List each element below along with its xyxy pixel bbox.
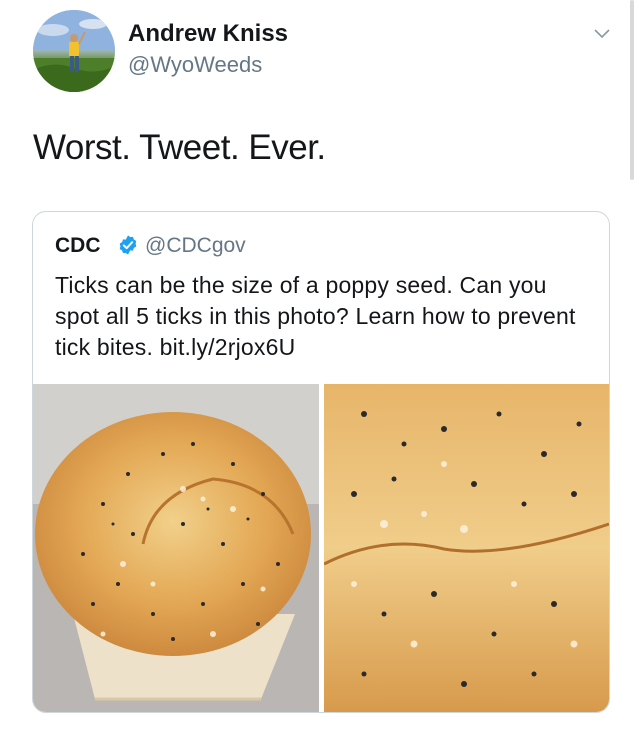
quoted-author-name[interactable]: CDC xyxy=(55,234,101,258)
author-handle[interactable]: @WyoWeeds xyxy=(128,52,262,78)
quoted-author-handle[interactable]: @CDCgov xyxy=(145,234,246,258)
quoted-tweet-text: Ticks can be the size of a poppy seed. C… xyxy=(55,272,576,360)
verified-badge-icon xyxy=(119,235,137,255)
quoted-tweet-card[interactable]: CDC @CDCgov Ticks can be the size of a p… xyxy=(32,211,610,713)
author-name[interactable]: Andrew Kniss xyxy=(128,20,288,48)
chevron-down-icon[interactable] xyxy=(592,26,612,42)
scrollbar[interactable] xyxy=(630,0,634,180)
muffin-photo-closeup[interactable] xyxy=(324,384,609,712)
tweet-text: Worst. Tweet. Ever. xyxy=(33,128,326,167)
author-avatar[interactable] xyxy=(33,10,115,92)
muffin-photo-full[interactable] xyxy=(33,384,319,712)
